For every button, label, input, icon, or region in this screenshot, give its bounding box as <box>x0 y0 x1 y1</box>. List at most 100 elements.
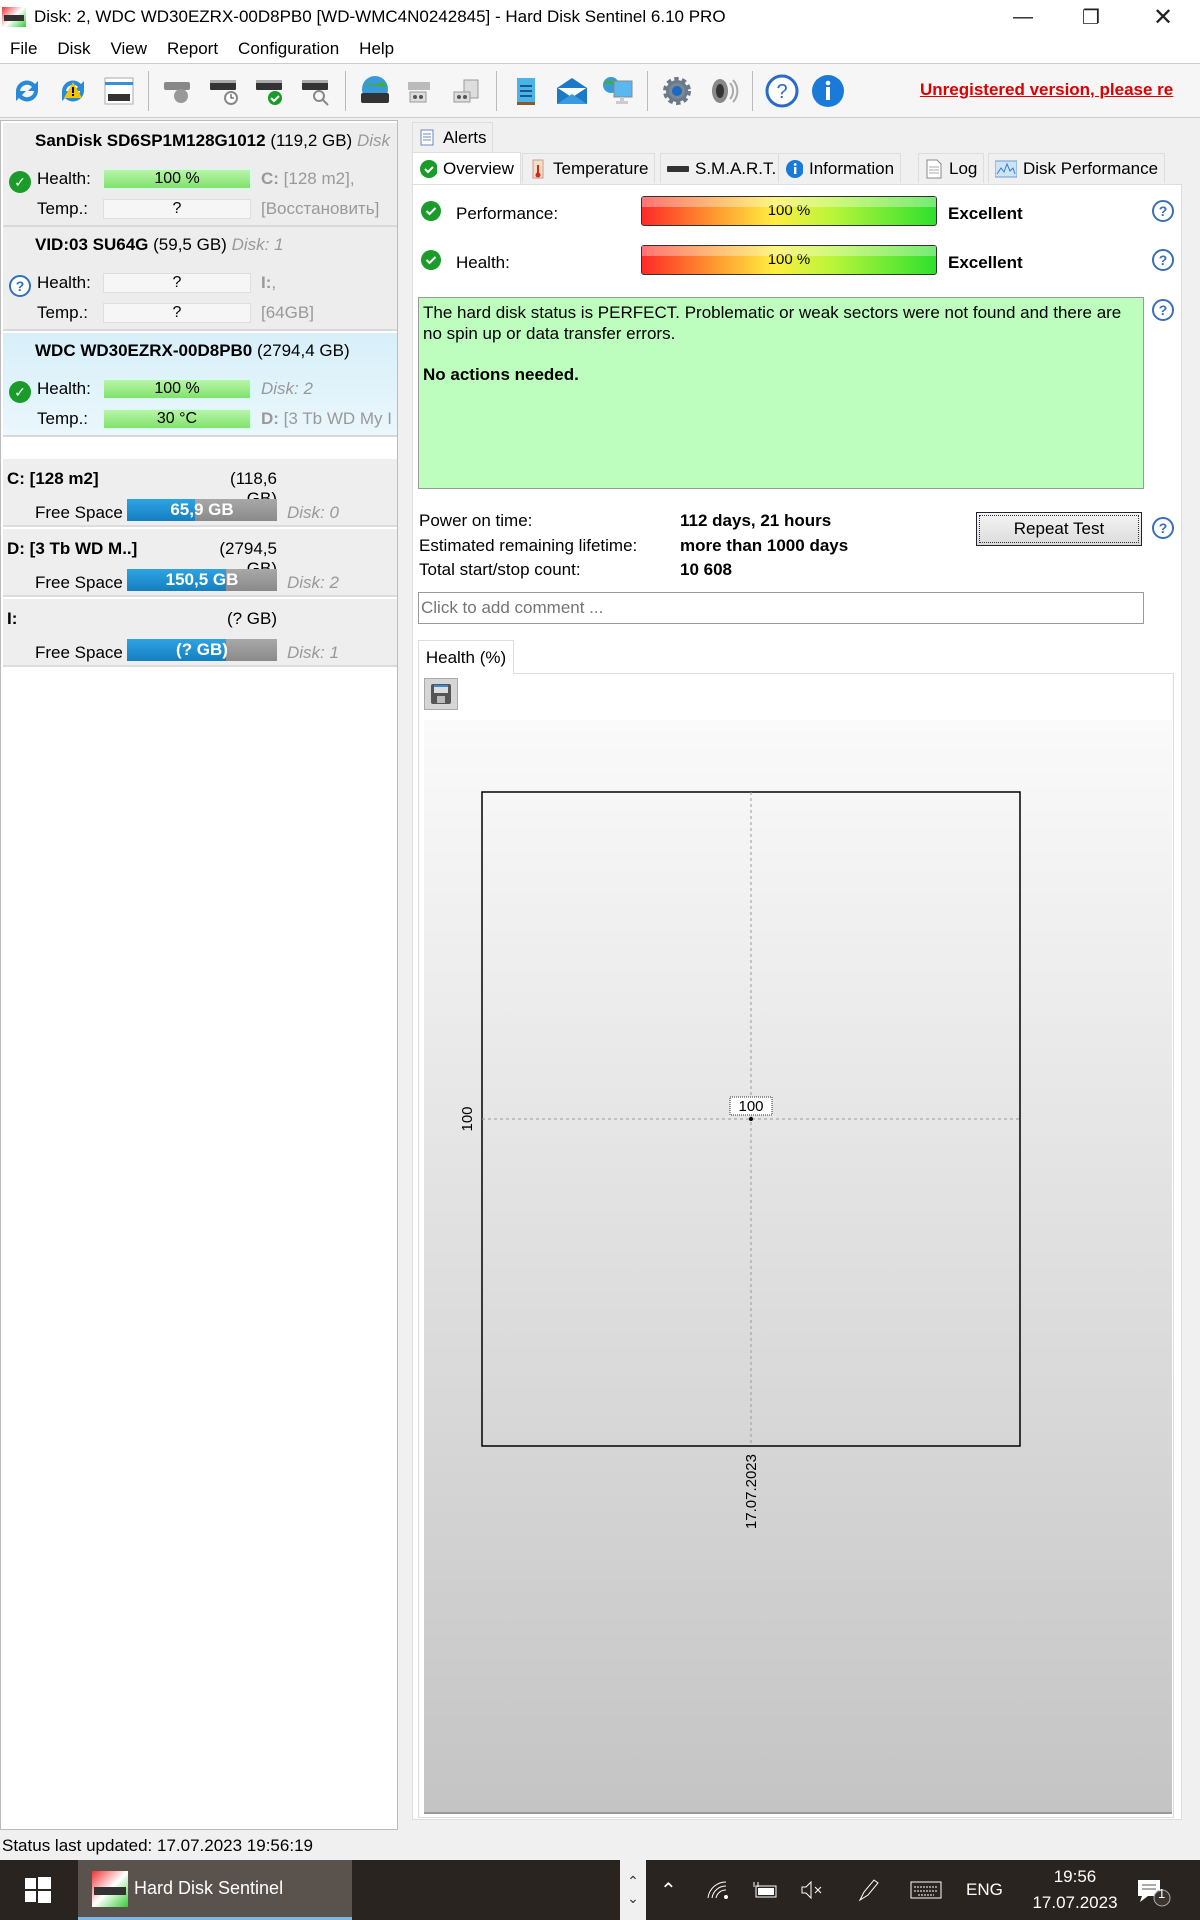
data-label: 100 <box>738 1098 763 1115</box>
tab-information[interactable]: Information <box>778 153 902 183</box>
disk-name: SanDisk SD6SP1M128G1012 <box>35 131 266 150</box>
volume-card[interactable]: D: [3 Tb WD M..] (2794,5 GB) Free Space … <box>3 529 397 597</box>
repeat-test-button[interactable]: Repeat Test <box>976 512 1142 546</box>
disk-info-icon[interactable] <box>158 71 198 111</box>
close-button[interactable]: ✕ <box>1134 0 1192 34</box>
toolbar-separator <box>647 70 648 111</box>
tab-disk-performance[interactable]: Disk Performance <box>988 153 1166 183</box>
help-icon[interactable]: ? <box>1152 249 1174 271</box>
mail-icon[interactable] <box>552 71 592 111</box>
health-label: Health: <box>37 273 91 292</box>
settings-icon[interactable] <box>657 71 697 111</box>
refresh-warning-icon[interactable] <box>53 71 93 111</box>
status-description: The hard disk status is PERFECT. Problem… <box>418 297 1144 489</box>
health-bar: 100 % <box>103 169 251 189</box>
notification-count: 1 <box>1158 1886 1166 1901</box>
startstop-label: Total start/stop count: <box>419 560 581 579</box>
notepad-icon[interactable] <box>506 71 546 111</box>
disk-card[interactable]: SanDisk SD6SP1M128G1012 (119,2 GB) Disk … <box>3 123 397 227</box>
unregistered-link[interactable]: Unregistered version, please re <box>920 80 1173 100</box>
health-ok-icon <box>420 249 442 271</box>
status-action: No actions needed. <box>423 365 579 384</box>
taskbar-scroll[interactable]: ⌃ ⌄ <box>620 1860 646 1920</box>
document-icon <box>419 129 437 147</box>
temp-label: Temp.: <box>37 199 89 218</box>
performance-label: Performance: <box>456 204 559 223</box>
disk-partition: D: [3 Tb WD My I <box>261 409 392 428</box>
volume-card[interactable]: C: [128 m2] (118,6 GB) Free Space 65,9 G… <box>3 459 397 527</box>
app-icon <box>92 1870 128 1907</box>
disk-partition-label: [Восстановить] <box>261 199 380 218</box>
temp-label: Temp.: <box>37 409 89 428</box>
pen-icon[interactable] <box>856 1860 880 1920</box>
help-icon[interactable]: ? <box>1152 200 1174 222</box>
network-computer-icon[interactable] <box>598 71 638 111</box>
volume-card[interactable]: I: (? GB) Free Space (? GB) Disk: 1 <box>3 599 397 667</box>
volume-disk: Disk: 1 <box>287 643 339 662</box>
help-icon[interactable]: ? <box>1152 299 1174 321</box>
comment-input[interactable] <box>418 592 1144 624</box>
minimize-button[interactable]: — <box>994 0 1052 34</box>
help-icon[interactable]: ? <box>1152 517 1174 539</box>
wifi-icon[interactable] <box>706 1860 730 1920</box>
disk-partition-label: [64GB] <box>261 303 314 322</box>
volume-disk: Disk: 2 <box>287 573 339 592</box>
restore-button[interactable]: ❐ <box>1062 0 1120 34</box>
battery-icon[interactable] <box>752 1860 778 1920</box>
windows-icon <box>25 1877 51 1903</box>
language-indicator[interactable]: ENG <box>966 1860 1003 1920</box>
keyboard-icon[interactable] <box>910 1860 942 1920</box>
help-icon[interactable]: ? <box>762 71 802 111</box>
taskbar-app-hard-disk-sentinel[interactable]: Hard Disk Sentinel <box>78 1860 352 1920</box>
disk-transfer-icon[interactable] <box>401 71 441 111</box>
health-bar: 100 % <box>641 245 937 275</box>
disk-transfer2-icon[interactable] <box>447 71 487 111</box>
disk-name: WDC WD30EZRX-00D8PB0 <box>35 341 253 360</box>
info-icon[interactable] <box>808 71 848 111</box>
disk-schedule-icon[interactable] <box>204 71 244 111</box>
performance-ok-icon <box>420 200 442 222</box>
volume-name: I: <box>7 609 18 628</box>
health-label: Health: <box>37 379 91 398</box>
temp-bar: ? <box>103 303 251 323</box>
data-point <box>749 1117 753 1121</box>
tab-temperature[interactable]: Temperature <box>522 153 656 183</box>
refresh-icon[interactable] <box>7 71 47 111</box>
globe-disk-icon[interactable] <box>355 71 395 111</box>
disk-window-icon[interactable] <box>99 71 139 111</box>
check-icon <box>419 159 437 178</box>
toolbar-separator <box>345 70 346 111</box>
start-button[interactable] <box>0 1860 76 1920</box>
disk-check-icon[interactable] <box>250 71 290 111</box>
tab-alerts[interactable]: Alerts <box>412 122 494 152</box>
disk-card-selected[interactable]: WDC WD30EZRX-00D8PB0 (2794,4 GB) ✓ Healt… <box>3 333 397 437</box>
free-space-label: Free Space <box>35 643 123 662</box>
tab-smart[interactable]: S.M.A.R.T. <box>660 153 784 183</box>
status-text: Status last updated: 17.07.2023 19:56:19 <box>2 1836 313 1855</box>
volume-muted-icon[interactable] <box>800 1860 826 1920</box>
performance-rating: Excellent <box>948 204 1023 223</box>
show-hidden-icons[interactable]: ⌃ <box>660 1860 677 1920</box>
disk-card[interactable]: VID:03 SU64G (59,5 GB) Disk: 1 ? Health:… <box>3 227 397 331</box>
performance-bar: 100 % <box>641 196 937 226</box>
tab-log[interactable]: Log <box>918 153 985 183</box>
menu-help[interactable]: Help <box>349 39 404 59</box>
clock[interactable]: 19:56 17.07.2023 <box>1030 1860 1120 1920</box>
menu-file[interactable]: File <box>0 39 47 59</box>
menu-configuration[interactable]: Configuration <box>228 39 349 59</box>
disk-search-icon[interactable] <box>296 71 336 111</box>
tab-overview[interactable]: Overview <box>412 152 521 184</box>
window-title: Disk: 2, WDC WD30EZRX-00D8PB0 [WD-WMC4N0… <box>34 7 726 26</box>
free-space-label: Free Space <box>35 573 123 592</box>
sound-icon[interactable] <box>703 71 743 111</box>
menu-report[interactable]: Report <box>157 39 228 59</box>
menu-disk[interactable]: Disk <box>47 39 100 59</box>
menu-bar: File Disk View Report Configuration Help <box>0 34 1200 64</box>
menu-view[interactable]: View <box>100 39 157 59</box>
notifications-icon[interactable]: 1 <box>1136 1860 1172 1920</box>
app-icon <box>2 7 26 27</box>
free-space-bar: 65,9 GB <box>127 499 277 521</box>
save-icon[interactable] <box>424 678 458 710</box>
performance-chart-icon <box>995 160 1017 178</box>
tab-health-chart[interactable]: Health (%) <box>418 640 514 674</box>
